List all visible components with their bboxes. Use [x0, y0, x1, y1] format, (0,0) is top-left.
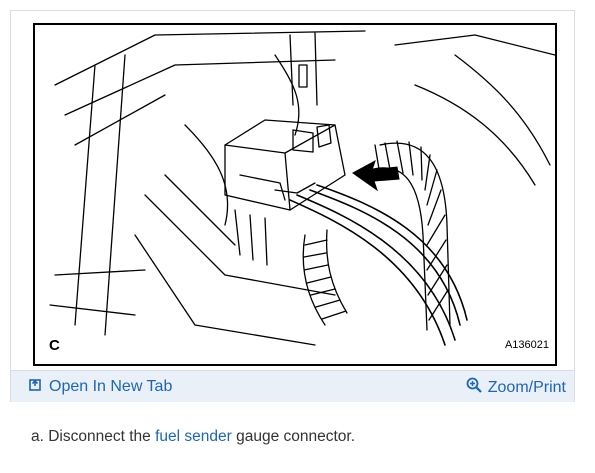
connector-illustration: [49, 30, 555, 346]
open-new-tab-icon: [29, 377, 43, 396]
fuel-sender-link[interactable]: fuel sender: [155, 428, 232, 445]
open-in-new-tab-link[interactable]: Open In New Tab: [29, 377, 172, 396]
illustration-frame: C A136021: [33, 23, 557, 366]
step-prefix: a. Disconnect the: [31, 428, 156, 445]
figure-action-bar: Open In New Tab Zoom/Print: [11, 370, 574, 402]
step-instruction: a. Disconnect the fuel sender gauge conn…: [31, 428, 355, 446]
figure-card: C A136021 Open In New Tab Zoom/Print: [10, 10, 575, 402]
step-suffix: gauge connector.: [231, 428, 356, 445]
figure-code: A136021: [504, 339, 549, 351]
open-in-new-tab-label: Open In New Tab: [49, 377, 173, 395]
zoom-print-link[interactable]: Zoom/Print: [466, 377, 566, 398]
zoom-icon: [466, 377, 482, 398]
zoom-print-label: Zoom/Print: [487, 378, 566, 396]
figure-letter: C: [49, 337, 60, 354]
